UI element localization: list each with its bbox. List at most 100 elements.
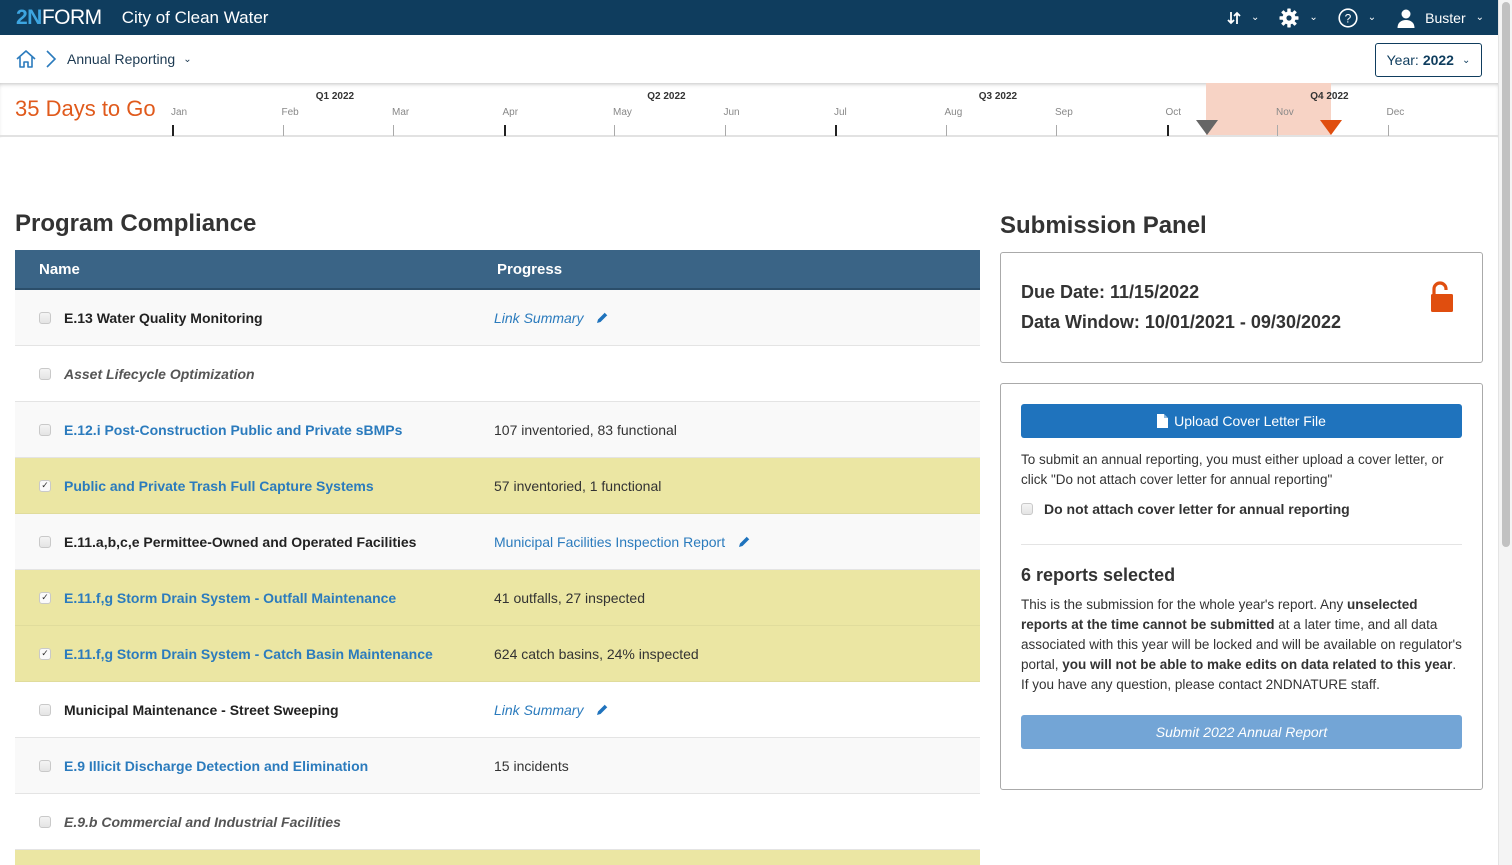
timeline-month-tick xyxy=(1277,125,1278,136)
user-icon xyxy=(1397,9,1415,28)
year-select[interactable]: Year: 2022 ⌄ xyxy=(1375,43,1482,77)
top-nav-actions: ⌄ ⌄ ? ⌄ Buster ⌄ xyxy=(1207,0,1484,35)
timeline-month-label: Sep xyxy=(1055,107,1073,118)
help-icon: ? xyxy=(1338,7,1358,28)
timeline-axis: Jan Feb Mar Apr May Jun Jul Aug Sep Oct Nov Dec Q1 2… xyxy=(0,83,1498,138)
table-row: Municipal Maintenance - Street Sweeping L… xyxy=(15,682,980,738)
table-row: ✓ Public and Private Trash Full Capture S… xyxy=(15,458,980,514)
column-header-name[interactable]: Name xyxy=(39,261,497,278)
timeline: 35 Days to Go Jan Feb Mar Apr May Jun Jul Aug Se… xyxy=(0,83,1498,138)
progress-link[interactable]: Municipal Facilities Inspection Report xyxy=(494,534,725,550)
top-nav: 2N FORM City of Clean Water ⌄ ⌄ ? ⌄ Buste… xyxy=(0,0,1498,35)
timeline-month-label: Jan xyxy=(171,107,188,118)
chevron-down-icon: ⌄ xyxy=(1309,12,1318,23)
table-row: E.12.i Post-Construction Public and Priv… xyxy=(15,402,980,458)
app-title: City of Clean Water xyxy=(121,7,269,27)
table-row: Asset Lifecycle Optimization xyxy=(15,346,980,402)
timeline-month-label: Apr xyxy=(502,107,519,118)
pencil-icon[interactable] xyxy=(737,535,751,549)
row-name: Asset Lifecycle Optimization xyxy=(64,365,255,382)
row-checkbox[interactable] xyxy=(39,311,51,324)
user-menu[interactable]: Buster ⌄ xyxy=(1396,8,1484,28)
logo-text: FORM xyxy=(41,5,102,29)
progress-text: 57 inventoried, 1 functional xyxy=(494,477,662,494)
row-name[interactable]: E.12.i Post-Construction Public and Priv… xyxy=(64,422,494,438)
upload-cover-letter-button[interactable]: Upload Cover Letter File xyxy=(1021,404,1462,438)
row-progress: 57 inventoried, 1 functional xyxy=(494,478,661,494)
row-name[interactable]: Public and Private Trash Full Capture Sy… xyxy=(64,478,494,494)
row-checkbox[interactable] xyxy=(39,759,51,772)
progress-link[interactable]: Link Summary xyxy=(494,702,583,718)
current-date-marker[interactable] xyxy=(1196,120,1218,135)
row-checkbox[interactable] xyxy=(39,367,51,380)
warning-text: This is the submission for the whole yea… xyxy=(1021,597,1347,612)
row-name[interactable]: E.11.f,g Storm Drain System - Catch Basi… xyxy=(64,646,494,662)
home-icon[interactable] xyxy=(15,48,37,70)
timeline-month-label: Oct xyxy=(1165,107,1182,118)
scrollbar-thumb[interactable] xyxy=(1502,2,1510,547)
breadcrumb-annual-reporting[interactable]: Annual Reporting xyxy=(67,51,175,67)
row-checkbox[interactable] xyxy=(39,815,51,828)
chevron-down-icon: ⌄ xyxy=(1250,12,1260,23)
file-icon xyxy=(1157,414,1169,428)
no-cover-letter-option[interactable]: Do not attach cover letter for annual re… xyxy=(1021,501,1350,517)
logo[interactable]: 2N FORM xyxy=(16,6,102,30)
submission-card: Upload Cover Letter File To submit an an… xyxy=(1000,383,1483,790)
cover-letter-instructions: To submit an annual reporting, you must … xyxy=(1021,452,1444,487)
pencil-icon[interactable] xyxy=(595,311,609,325)
unlocked-icon[interactable] xyxy=(1430,281,1454,313)
table-row: E.13 Water Quality Monitoring Link Summar… xyxy=(15,290,980,346)
settings-menu[interactable]: ⌄ xyxy=(1279,8,1318,28)
row-progress: Link Summary xyxy=(494,702,609,718)
table-row: E.11.a,b,c,e Permittee-Owned and Operate… xyxy=(15,514,980,570)
table-row: ✓ E.11.f,g Storm Drain System - Catch Bas… xyxy=(15,626,980,682)
submit-button-label: Submit 2022 Annual Report xyxy=(1155,724,1328,740)
chevron-down-icon[interactable]: ⌄ xyxy=(183,54,191,65)
logo-prefix: 2N xyxy=(16,5,42,29)
row-name[interactable]: E.11.f,g Storm Drain System - Outfall Ma… xyxy=(64,590,494,606)
due-date-marker[interactable] xyxy=(1320,120,1342,135)
chevron-down-icon: ⌄ xyxy=(1461,54,1471,66)
chevron-down-icon: ⌄ xyxy=(1475,12,1484,23)
timeline-month-tick xyxy=(282,125,284,136)
help-menu[interactable]: ? ⌄ xyxy=(1338,7,1376,28)
row-checkbox[interactable]: ✓ xyxy=(39,479,51,492)
timeline-month-tick xyxy=(1387,125,1389,136)
table-row: E.9.b Commercial and Industrial Faciliti… xyxy=(15,794,980,850)
row-checkbox[interactable] xyxy=(39,535,51,548)
sort-menu[interactable]: ⌄ xyxy=(1227,10,1259,26)
no-cover-letter-label[interactable]: Do not attach cover letter for annual re… xyxy=(1044,501,1350,517)
timeline-quarter-label: Q2 2022 xyxy=(647,91,686,102)
pencil-icon[interactable] xyxy=(595,703,609,717)
progress-text: 624 catch basins, 24% inspected xyxy=(494,645,699,662)
progress-link[interactable]: Link Summary xyxy=(494,310,583,326)
due-date-card: Due Date: 11/15/2022 Data Window: 10/01/… xyxy=(1000,252,1483,363)
row-checkbox[interactable]: ✓ xyxy=(39,591,51,604)
timeline-baseline xyxy=(0,135,1498,137)
timeline-quarter-label: Q1 2022 xyxy=(315,91,355,102)
row-progress: 624 catch basins, 24% inspected xyxy=(494,646,699,662)
timeline-quarter-label: Q3 2022 xyxy=(978,91,1018,102)
warning-emphasis: you will not be able to make edits on da… xyxy=(1062,657,1453,672)
table-header: Name Progress xyxy=(15,250,980,290)
timeline-month-label: Mar xyxy=(392,107,410,118)
row-checkbox[interactable] xyxy=(39,423,51,436)
column-header-progress[interactable]: Progress xyxy=(497,261,562,278)
submit-annual-report-button[interactable]: Submit 2022 Annual Report xyxy=(1021,715,1462,749)
no-cover-letter-checkbox[interactable] xyxy=(1021,503,1033,515)
program-compliance-table: Name Progress E.13 Water Quality Monitor… xyxy=(15,250,980,865)
user-name: Buster xyxy=(1425,9,1466,26)
timeline-quarter-tick xyxy=(1166,125,1169,136)
row-progress: Link Summary xyxy=(494,310,609,326)
row-name: E.9.b Commercial and Industrial Faciliti… xyxy=(64,813,341,830)
row-checkbox[interactable]: ✓ xyxy=(39,647,51,660)
table-row: E.9 Illicit Discharge Detection and Elim… xyxy=(15,738,980,794)
row-progress: 15 incidents xyxy=(494,758,569,774)
row-name[interactable]: E.9 Illicit Discharge Detection and Elim… xyxy=(64,758,494,774)
svg-text:?: ? xyxy=(1344,11,1351,25)
year-select-label: Year: xyxy=(1386,52,1419,68)
timeline-month-label: Feb xyxy=(281,107,299,118)
row-checkbox[interactable] xyxy=(39,703,51,716)
page-scrollbar[interactable] xyxy=(1498,0,1512,865)
timeline-quarter-tick xyxy=(835,125,837,136)
